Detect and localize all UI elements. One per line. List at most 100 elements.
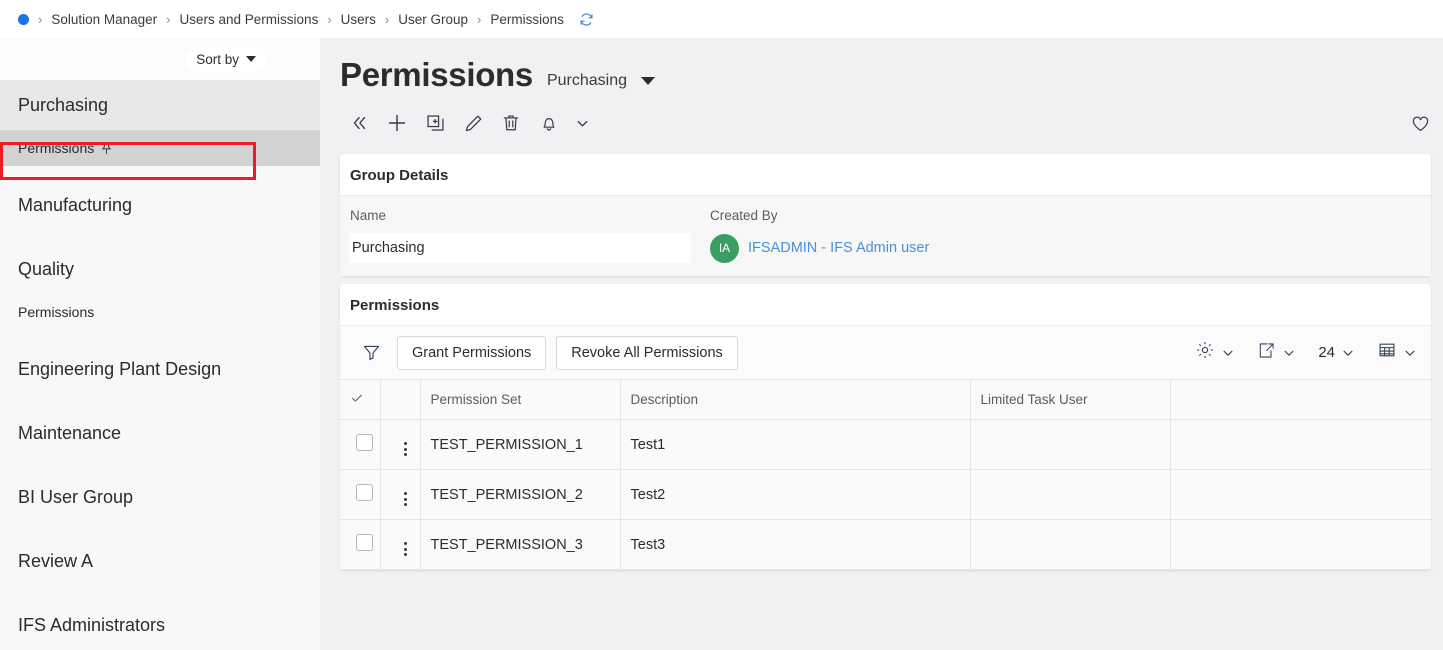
- sidebar-item-quality-permissions[interactable]: Permissions: [0, 294, 320, 330]
- row-checkbox[interactable]: [356, 534, 373, 551]
- sidebar-item-quality[interactable]: Quality: [0, 244, 320, 294]
- bell-icon[interactable]: [530, 104, 568, 142]
- name-field-group: Name Purchasing: [340, 196, 700, 276]
- sidebar-item-bi-user-group[interactable]: BI User Group: [0, 472, 320, 522]
- breadcrumb-item-permissions[interactable]: Permissions: [490, 12, 564, 27]
- row-menu-cell[interactable]: [380, 520, 420, 570]
- duplicate-icon[interactable]: [416, 104, 454, 142]
- group-details-card: Group Details Name Purchasing Created By…: [340, 154, 1431, 276]
- breadcrumb-item-user-group[interactable]: User Group: [398, 12, 468, 27]
- cell-permission-set: TEST_PERMISSION_2: [420, 470, 620, 520]
- sidebar-item-maintenance[interactable]: Maintenance: [0, 408, 320, 458]
- row-checkbox-cell[interactable]: [340, 470, 380, 520]
- column-header-description[interactable]: Description: [620, 380, 970, 420]
- page-size-selector[interactable]: 24: [1318, 344, 1355, 361]
- group-details-title: Group Details: [340, 154, 1431, 195]
- revoke-all-permissions-button[interactable]: Revoke All Permissions: [556, 336, 738, 370]
- app-root: › Solution Manager › Users and Permissio…: [0, 0, 1443, 650]
- breadcrumb-item-users[interactable]: Users: [341, 12, 376, 27]
- page-header: Permissions Purchasing: [320, 38, 1443, 94]
- spacer: [0, 394, 320, 408]
- group-details-body: Name Purchasing Created By IA IFSADMIN -…: [340, 195, 1431, 276]
- name-input[interactable]: Purchasing: [350, 233, 690, 263]
- sidebar-item-label: BI User Group: [18, 487, 133, 508]
- chevron-down-icon: [1403, 346, 1417, 360]
- sidebar-item-label: Quality: [18, 259, 74, 280]
- row-checkbox[interactable]: [356, 484, 373, 501]
- breadcrumb-bar: › Solution Manager › Users and Permissio…: [0, 0, 1443, 38]
- kebab-menu-icon[interactable]: [404, 492, 407, 506]
- delete-trash-icon[interactable]: [492, 104, 530, 142]
- edit-pencil-icon[interactable]: [454, 104, 492, 142]
- sidebar-item-label: Permissions: [18, 304, 94, 320]
- refresh-icon[interactable]: [579, 12, 594, 27]
- table-row[interactable]: TEST_PERMISSION_3 Test3: [340, 520, 1431, 570]
- view-mode-selector[interactable]: [1377, 340, 1417, 365]
- cell-filler: [1170, 420, 1431, 470]
- table-view-icon: [1377, 340, 1397, 365]
- cell-limited-task-user: [970, 520, 1170, 570]
- heart-icon[interactable]: [1410, 113, 1431, 134]
- sidebar-item-label: Purchasing: [18, 95, 108, 116]
- table-header-row: Permission Set Description Limited Task …: [340, 380, 1431, 420]
- sort-by-button[interactable]: Sort by: [185, 47, 267, 72]
- table-row[interactable]: TEST_PERMISSION_1 Test1: [340, 420, 1431, 470]
- created-by-value: IA IFSADMIN - IFS Admin user: [710, 233, 1050, 263]
- page-context-caret-down-icon[interactable]: [641, 77, 655, 85]
- sidebar-toolbar: Sort by: [0, 38, 320, 80]
- kebab-menu-icon[interactable]: [404, 442, 407, 456]
- breadcrumb-item-solution-manager[interactable]: Solution Manager: [51, 12, 157, 27]
- plus-icon[interactable]: [378, 104, 416, 142]
- row-menu-cell[interactable]: [380, 420, 420, 470]
- cell-filler: [1170, 520, 1431, 570]
- sidebar-item-ifs-administrators[interactable]: IFS Administrators: [0, 600, 320, 650]
- column-header-permission-set[interactable]: Permission Set: [420, 380, 620, 420]
- created-by-user-link[interactable]: IFSADMIN - IFS Admin user: [748, 240, 929, 256]
- permissions-table: Permission Set Description Limited Task …: [340, 379, 1431, 570]
- name-label: Name: [350, 208, 700, 223]
- cell-description: Test1: [620, 420, 970, 470]
- sidebar-item-purchasing[interactable]: Purchasing: [0, 80, 320, 130]
- page-title: Permissions: [340, 56, 533, 94]
- grant-permissions-button[interactable]: Grant Permissions: [397, 336, 546, 370]
- sidebar-item-review-a[interactable]: Review A: [0, 536, 320, 586]
- row-checkbox-cell[interactable]: [340, 520, 380, 570]
- spacer: [0, 330, 320, 344]
- column-header-limited-task-user[interactable]: Limited Task User: [970, 380, 1170, 420]
- main-content: Permissions Purchasing: [320, 38, 1443, 650]
- breadcrumb-separator: ›: [327, 13, 331, 26]
- chevron-down-icon: [1282, 346, 1296, 360]
- collapse-left-icon[interactable]: [340, 104, 378, 142]
- created-by-field-group: Created By IA IFSADMIN - IFS Admin user: [700, 196, 1050, 276]
- breadcrumb-separator: ›: [38, 13, 42, 26]
- filter-funnel-icon[interactable]: [362, 343, 381, 362]
- chevron-down-icon[interactable]: [568, 104, 596, 142]
- table-row[interactable]: TEST_PERMISSION_2 Test2: [340, 470, 1431, 520]
- sidebar-item-purchasing-permissions[interactable]: Permissions: [0, 130, 320, 166]
- spacer: [0, 522, 320, 536]
- export-button[interactable]: [1257, 341, 1296, 365]
- cell-description: Test3: [620, 520, 970, 570]
- row-menu-cell[interactable]: [380, 470, 420, 520]
- sidebar-item-label: Engineering Plant Design: [18, 359, 221, 380]
- sort-by-label: Sort by: [196, 52, 239, 67]
- sidebar-item-manufacturing[interactable]: Manufacturing: [0, 180, 320, 230]
- row-checkbox-cell[interactable]: [340, 420, 380, 470]
- kebab-menu-icon[interactable]: [404, 542, 407, 556]
- page-subtitle: Purchasing: [547, 72, 627, 94]
- sidebar-item-engineering-plant-design[interactable]: Engineering Plant Design: [0, 344, 320, 394]
- permissions-title: Permissions: [340, 284, 1431, 325]
- row-menu-header: [380, 380, 420, 420]
- cell-permission-set: TEST_PERMISSION_3: [420, 520, 620, 570]
- breadcrumb: › Solution Manager › Users and Permissio…: [10, 6, 606, 32]
- row-checkbox[interactable]: [356, 434, 373, 451]
- table-settings-button[interactable]: [1195, 340, 1235, 365]
- caret-down-icon: [246, 56, 256, 62]
- breadcrumb-item-users-and-permissions[interactable]: Users and Permissions: [180, 12, 319, 27]
- cell-limited-task-user: [970, 470, 1170, 520]
- created-by-label: Created By: [710, 208, 1050, 223]
- pin-icon[interactable]: [101, 142, 112, 155]
- spacer: [0, 458, 320, 472]
- cell-filler: [1170, 470, 1431, 520]
- select-all-header[interactable]: [340, 380, 380, 420]
